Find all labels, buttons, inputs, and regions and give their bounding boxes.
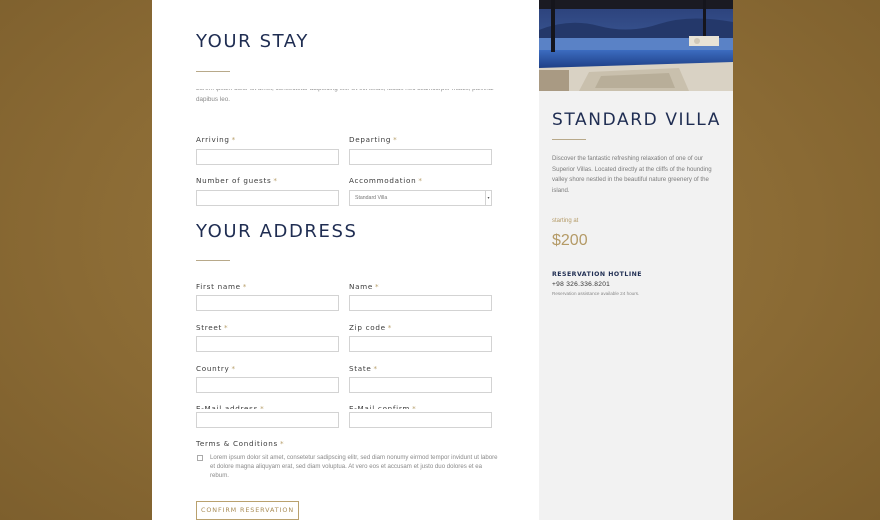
- first-name-input[interactable]: [196, 295, 339, 311]
- villa-sidebar: STANDARD VILLA Discover the fantastic re…: [539, 0, 733, 520]
- arriving-date-input[interactable]: [196, 149, 339, 165]
- villa-title: STANDARD VILLA: [552, 110, 721, 130]
- name-label: Name *: [349, 282, 380, 291]
- first-name-label: First name *: [196, 282, 248, 291]
- guests-input[interactable]: [196, 190, 339, 206]
- stay-heading-rule: [196, 71, 230, 72]
- country-input[interactable]: [196, 377, 339, 393]
- accommodation-select[interactable]: Standard Villa ▾: [349, 190, 492, 206]
- stay-intro-text: Lorem ipsum dolor sit amet, consectetur …: [196, 84, 496, 106]
- address-heading-rule: [196, 260, 230, 261]
- departing-label: Departing *: [349, 135, 398, 144]
- hotline-label: RESERVATION HOTLINE: [552, 271, 643, 278]
- select-arrow-icon[interactable]: ▾: [485, 191, 491, 205]
- your-stay-heading: YOUR STAY: [196, 31, 309, 52]
- villa-price: $200: [552, 232, 588, 249]
- name-input[interactable]: [349, 295, 492, 311]
- terms-checkbox[interactable]: [197, 455, 203, 461]
- your-address-heading: YOUR ADDRESS: [196, 221, 358, 242]
- email-confirm-input[interactable]: [349, 412, 492, 428]
- accommodation-selected-value: Standard Villa: [355, 195, 388, 201]
- accommodation-label: Accommodation *: [349, 176, 423, 185]
- villa-description: Discover the fantastic refreshing relaxa…: [552, 155, 712, 194]
- zip-code-label: Zip code *: [349, 323, 392, 332]
- starting-at-label: starting at: [552, 218, 579, 224]
- terms-text: Lorem ipsum dolor sit amet, consetetur s…: [210, 454, 498, 479]
- confirm-reservation-button[interactable]: CONFIRM RESERVATION: [196, 501, 299, 520]
- zip-code-input[interactable]: [349, 336, 492, 352]
- reservation-form: YOUR STAY Lorem ipsum dolor sit amet, co…: [152, 0, 539, 520]
- departing-date-input[interactable]: [349, 149, 492, 165]
- email-input[interactable]: [196, 412, 339, 428]
- arriving-label: Arriving *: [196, 135, 236, 144]
- villa-title-rule: [552, 139, 586, 140]
- hotline-note: Reservation assistance available 24 hour…: [552, 291, 640, 296]
- villa-image: [539, 0, 733, 91]
- state-label: State *: [349, 364, 378, 373]
- country-label: Country *: [196, 364, 236, 373]
- reservation-card: YOUR STAY Lorem ipsum dolor sit amet, co…: [152, 0, 733, 520]
- street-label: Street *: [196, 323, 229, 332]
- street-input[interactable]: [196, 336, 339, 352]
- terms-label: Terms & Conditions *: [196, 439, 285, 448]
- state-input[interactable]: [349, 377, 492, 393]
- guests-label: Number of guests *: [196, 176, 278, 185]
- hotline-number: +98 326.336.8201: [552, 281, 611, 288]
